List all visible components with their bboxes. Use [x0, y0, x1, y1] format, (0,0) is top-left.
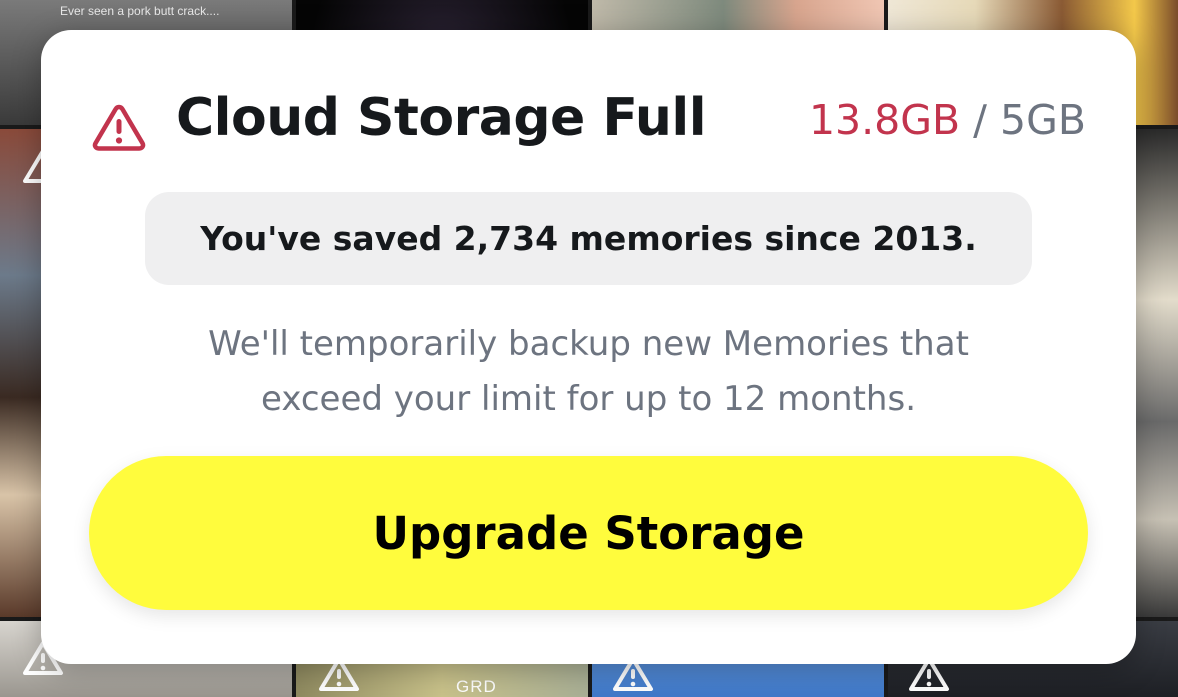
memory-thumbnail-text: GRD: [456, 677, 497, 696]
dialog-title: Cloud Storage Full: [176, 88, 707, 148]
memories-count-banner: You've saved 2,734 memories since 2013.: [145, 192, 1032, 285]
storage-full-dialog: Cloud Storage Full 13.8GB / 5GB You've s…: [41, 30, 1136, 664]
storage-used-value: 13.8GB: [808, 96, 961, 144]
memory-thumbnail[interactable]: [0, 129, 42, 617]
upgrade-storage-button[interactable]: Upgrade Storage: [89, 456, 1088, 610]
memory-caption: Ever seen a pork butt crack....: [60, 4, 220, 18]
backup-description: We'll temporarily backup new Memories th…: [101, 317, 1076, 427]
storage-usage-separator: /: [960, 96, 1001, 144]
memory-thumbnail[interactable]: [1136, 129, 1178, 617]
backup-description-line: We'll temporarily backup new Memories th…: [208, 324, 969, 364]
storage-limit-value: 5GB: [1000, 96, 1086, 144]
memories-count-text: You've saved 2,734 memories since 2013.: [200, 219, 977, 258]
backup-description-line: exceed your limit for up to 12 months.: [261, 379, 916, 419]
upgrade-storage-button-label: Upgrade Storage: [372, 506, 805, 560]
storage-usage: 13.8GB / 5GB: [809, 96, 1086, 144]
warning-triangle-icon: [92, 104, 146, 151]
